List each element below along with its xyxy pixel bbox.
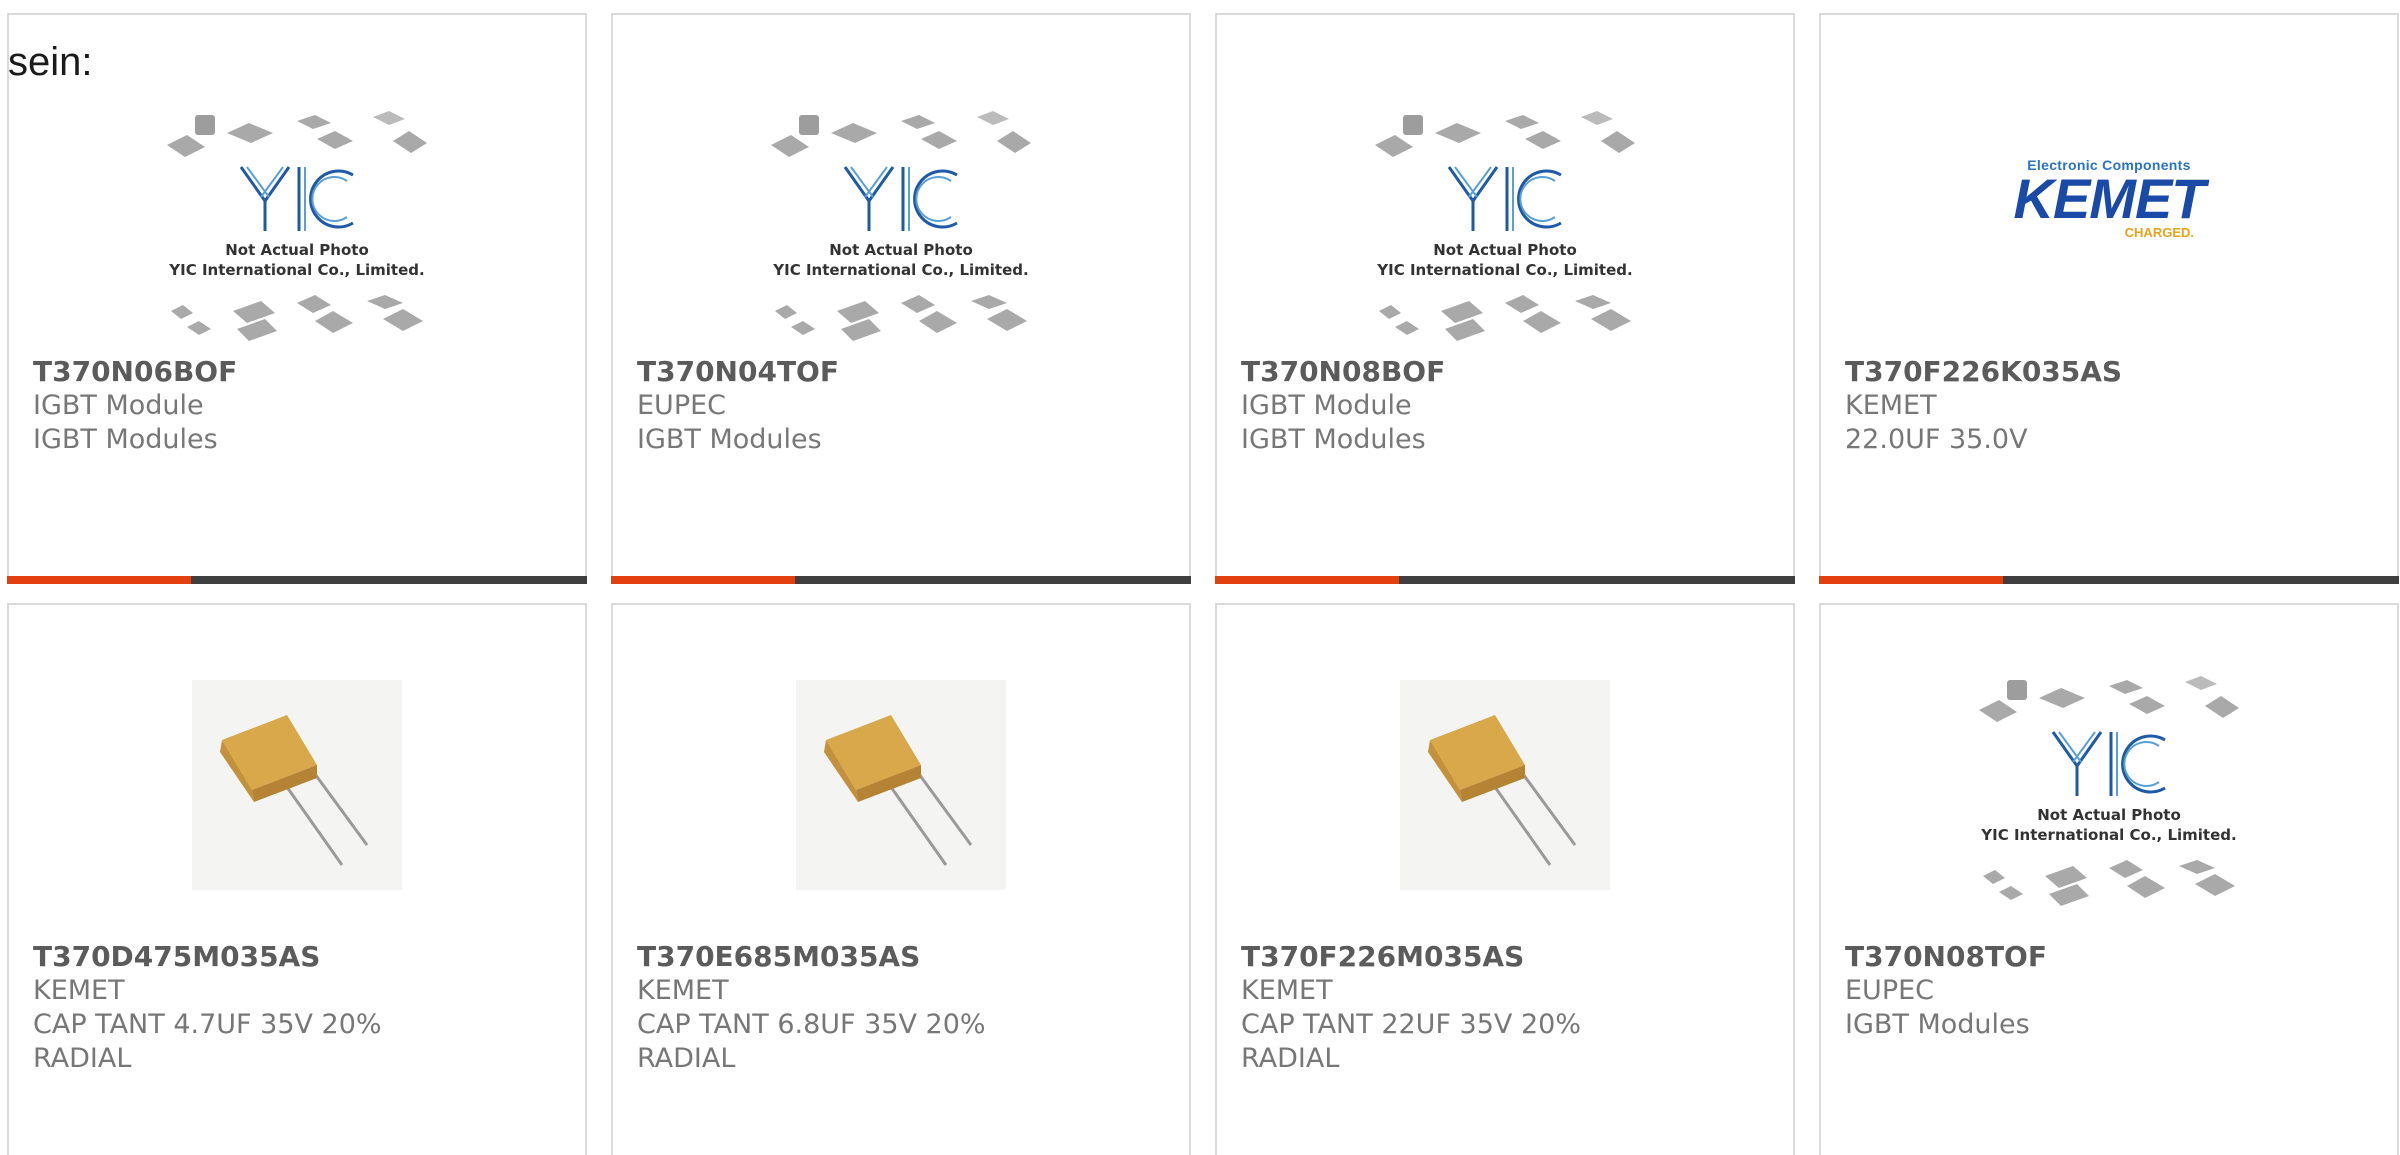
product-package: RADIAL [1241,1043,1340,1074]
tantalum-capacitor-image [796,680,1006,890]
card-footer-bar [611,576,1191,584]
product-info: T370N06BOF IGBT Module IGBT Modules [33,355,561,457]
kemet-logo: Electronic Components KEMET CHARGED. [2004,157,2214,355]
card-footer-bar [1819,576,2399,584]
product-image[interactable] [613,670,1189,920]
kemet-logo-name: KEMET [2013,167,2206,230]
product-part-number-link[interactable]: T370N04TOF [637,355,1165,389]
card-accent-bar [611,576,795,584]
product-info: T370N04TOF EUPEC IGBT Modules [637,355,1165,457]
card-accent-bar [1215,576,1399,584]
product-description: IGBT Modules [33,424,218,455]
product-card[interactable]: T370D475M035AS KEMET CAP TANT 4.7UF 35V … [7,603,587,1155]
card-footer-bar [7,576,587,584]
product-image[interactable]: Electronic Components KEMET CHARGED. [1821,105,2397,355]
product-grid-page: sein: T370N06BOF IGBT Module IGBT Module… [0,0,2400,1155]
product-description: 22.0UF 35.0V [1845,424,2028,455]
product-part-number-link[interactable]: T370N08BOF [1241,355,1769,389]
product-image[interactable] [9,670,585,920]
product-package: RADIAL [33,1043,132,1074]
product-image[interactable] [9,105,585,355]
product-description: CAP TANT 6.8UF 35V 20% [637,1009,986,1040]
product-description: IGBT Modules [1845,1009,2030,1040]
product-card[interactable]: T370N06BOF IGBT Module IGBT Modules [7,13,587,584]
product-image[interactable] [1821,670,2397,920]
product-image[interactable] [1217,670,1793,920]
product-package: RADIAL [637,1043,736,1074]
product-manufacturer: KEMET [1241,975,1333,1006]
product-info: T370F226K035AS KEMET 22.0UF 35.0V [1845,355,2373,457]
product-card[interactable]: T370N08TOF EUPEC IGBT Modules [1819,603,2399,1155]
product-description: CAP TANT 22UF 35V 20% [1241,1009,1581,1040]
product-description: CAP TANT 4.7UF 35V 20% [33,1009,382,1040]
product-card[interactable]: T370N08BOF IGBT Module IGBT Modules [1215,13,1795,584]
product-info: T370N08TOF EUPEC IGBT Modules [1845,940,2373,1042]
card-accent-bar [7,576,191,584]
product-manufacturer: EUPEC [637,390,727,421]
product-part-number-link[interactable]: T370F226K035AS [1845,355,2373,389]
product-info: T370N08BOF IGBT Module IGBT Modules [1241,355,1769,457]
product-image[interactable] [1217,105,1793,355]
product-info: T370D475M035AS KEMET CAP TANT 4.7UF 35V … [33,940,561,1076]
product-manufacturer: IGBT Module [33,390,204,421]
product-part-number-link[interactable]: T370N08TOF [1845,940,2373,974]
product-card[interactable]: T370F226M035AS KEMET CAP TANT 22UF 35V 2… [1215,603,1795,1155]
product-manufacturer: IGBT Module [1241,390,1412,421]
product-description: IGBT Modules [1241,424,1426,455]
yic-placeholder-image [769,109,1033,343]
lead-text: sein: [8,40,93,84]
product-info: T370F226M035AS KEMET CAP TANT 22UF 35V 2… [1241,940,1769,1076]
product-image[interactable] [613,105,1189,355]
yic-placeholder-image [165,109,429,343]
yic-placeholder-image [1977,674,2241,908]
product-part-number-link[interactable]: T370F226M035AS [1241,940,1769,974]
tantalum-capacitor-image [1400,680,1610,890]
product-info: T370E685M035AS KEMET CAP TANT 6.8UF 35V … [637,940,1165,1076]
product-card[interactable]: Electronic Components KEMET CHARGED. T37… [1819,13,2399,584]
product-card[interactable]: T370N04TOF EUPEC IGBT Modules [611,13,1191,584]
card-accent-bar [1819,576,2003,584]
product-manufacturer: KEMET [637,975,729,1006]
product-manufacturer: KEMET [33,975,125,1006]
product-card[interactable]: T370E685M035AS KEMET CAP TANT 6.8UF 35V … [611,603,1191,1155]
product-manufacturer: EUPEC [1845,975,1935,1006]
product-manufacturer: KEMET [1845,390,1937,421]
product-part-number-link[interactable]: T370D475M035AS [33,940,561,974]
card-footer-bar [1215,576,1795,584]
product-part-number-link[interactable]: T370E685M035AS [637,940,1165,974]
product-description: IGBT Modules [637,424,822,455]
yic-placeholder-image [1373,109,1637,343]
tantalum-capacitor-image [192,680,402,890]
product-part-number-link[interactable]: T370N06BOF [33,355,561,389]
